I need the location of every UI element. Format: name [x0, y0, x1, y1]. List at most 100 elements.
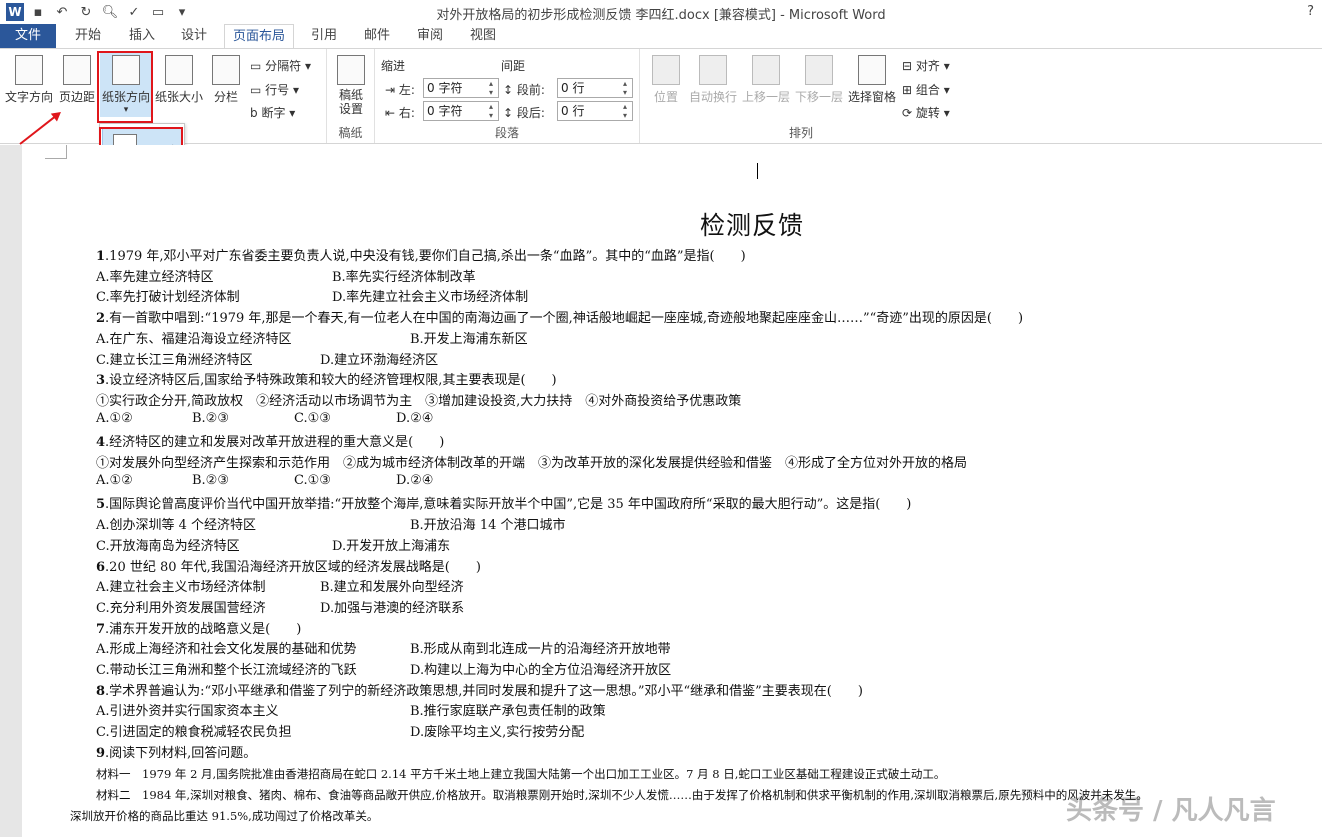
line-text: ①实行政企分开,简政放权 ②经济活动以市场调节为主 ③增加建设投资,大力扶持 ④… — [96, 394, 742, 409]
wrap-text-button[interactable]: 自动换行 — [686, 53, 740, 117]
spacing-before-label: ↕ 段前: — [503, 83, 545, 97]
tab-file[interactable]: 文件 — [0, 24, 56, 48]
answer-option: B.推行家庭联产承包责任制的政策 — [410, 704, 606, 719]
align-button[interactable]: ⊟ 对齐 ▾ — [902, 57, 950, 74]
send-backward-icon — [805, 55, 833, 85]
paper-size-icon — [165, 55, 193, 85]
columns-button[interactable]: 分栏 — [208, 53, 244, 117]
answer-option: C.率先打破计划经济体制 — [96, 290, 240, 305]
text-cursor — [757, 163, 758, 179]
selection-pane-button[interactable]: 选择窗格 — [846, 53, 898, 117]
answer-option: C.带动长江三角洲和整个长江流域经济的飞跃 — [96, 663, 357, 678]
window-title: 对外开放格局的初步形成检测反馈 李四红.docx [兼容模式] - Micros… — [436, 8, 886, 23]
answer-option: B.建立和发展外向型经济 — [320, 580, 464, 595]
answer-option: A.引进外资并实行国家资本主义 — [96, 704, 279, 719]
left-gutter — [0, 145, 22, 837]
group-button[interactable]: ⊞ 组合 ▾ — [902, 81, 950, 98]
answer-option: D.开发开放上海浦东 — [332, 539, 451, 554]
answer-option: C.建立长江三角洲经济特区 — [96, 353, 253, 368]
line-text: .20 世纪 80 年代,我国沿海经济开放区域的经济发展战略是( ) — [105, 560, 481, 575]
question-number: 3 — [96, 373, 106, 388]
indent-right-label: ⇤ 右: — [385, 106, 415, 120]
columns-icon — [212, 55, 240, 85]
spacing-after-input[interactable]: 0 行 — [557, 101, 633, 121]
breaks-button[interactable]: ▭ 分隔符 ▾ — [250, 57, 311, 74]
wrap-text-icon — [699, 55, 727, 85]
size-button[interactable]: 纸张大小 — [154, 53, 204, 117]
question-number: 6 — [96, 560, 106, 575]
indent-right-input[interactable]: 0 字符 — [423, 101, 499, 121]
watermark: 头条号 / 凡人凡言 — [1066, 796, 1276, 826]
tab-mailings[interactable]: 邮件 — [355, 24, 399, 48]
tab-references[interactable]: 引用 — [302, 24, 346, 48]
line-text: .有一首歌中唱到:“1979 年,那是一个春天,有一位老人在中国的南海边画了一个… — [105, 311, 1024, 326]
material-three: 深圳放开价格的商品比重达 91.5%,成功闯过了价格改革关。 — [70, 809, 379, 823]
question-line: 7.浦东开发开放的战略意义是( ) — [96, 618, 301, 637]
answer-option: D.构建以上海为中心的全方位沿海经济开放区 — [410, 663, 672, 678]
hyphenation-button[interactable]: b 断字 ▾ — [250, 104, 295, 121]
question-number: 4 — [96, 435, 106, 450]
answer-option: C.充分利用外资发展国营经济 — [96, 601, 266, 616]
tab-review[interactable]: 审阅 — [408, 24, 452, 48]
line-text: .设立经济特区后,国家给予特殊政策和较大的经济管理权限,其主要表现是( ) — [105, 373, 557, 388]
indent-left-input[interactable]: 0 字符 — [423, 78, 499, 98]
answer-option: B.形成从南到北连成一片的沿海经济开放地带 — [410, 642, 671, 657]
bring-forward-icon — [752, 55, 780, 85]
bring-forward-button[interactable]: 上移一层 — [740, 53, 792, 117]
arrange-group: 位置 自动换行 上移一层 下移一层 选择窗格 ⊟ 对齐 ▾ ⊞ 组合 ▾ ⟳ 旋… — [640, 49, 962, 143]
help-icon[interactable]: ? — [1307, 4, 1314, 19]
line-text: .阅读下列材料,回答问题。 — [105, 746, 257, 761]
line-text: .浦东开发开放的战略意义是( ) — [105, 622, 302, 637]
answer-option: B.开发上海浦东新区 — [410, 332, 528, 347]
material-two: 材料二 1984 年,深圳对粮食、猪肉、棉布、食油等商品敞开供应,价格放开。取消… — [96, 788, 1148, 802]
spacing-after-label: ↕ 段后: — [503, 106, 545, 120]
tab-view[interactable]: 视图 — [461, 24, 505, 48]
answer-option: A.率先建立经济特区 — [96, 270, 214, 285]
question-number: 1 — [96, 249, 106, 264]
selection-pane-icon — [858, 55, 886, 85]
answer-option: B.②③ — [192, 473, 229, 488]
text-direction-button[interactable]: 文字方向 — [4, 53, 54, 117]
line-text: .国际舆论曾高度评价当代中国开放举措:“开放整个海岸,意味着实际开放半个中国”,… — [105, 497, 912, 512]
question-line: 3.设立经济特区后,国家给予特殊政策和较大的经济管理权限,其主要表现是( ) — [96, 369, 557, 388]
question-line: 8.学术界普遍认为:“邓小平继承和借鉴了列宁的新经济政策思想,并同时发展和提升了… — [96, 680, 863, 699]
position-button[interactable]: 位置 — [648, 53, 684, 117]
answer-option: B.率先实行经济体制改革 — [332, 270, 476, 285]
margins-button[interactable]: 页边距 — [56, 53, 98, 117]
draft-paper-icon — [337, 55, 365, 85]
margins-icon — [63, 55, 91, 85]
paragraph-group: 缩进 间距 ⇥ 左: 0 字符 ⇤ 右: 0 字符 ↕ 段前: 0 行 ↕ 段后… — [375, 49, 640, 143]
statement-line: ①对发展外向型经济产生探索和示范作用 ②成为城市经济体制改革的开端 ③为改革开放… — [96, 452, 967, 471]
question-number: 9 — [96, 746, 106, 761]
answer-option: A.建立社会主义市场经济体制 — [96, 580, 266, 595]
answer-option: B.开放沿海 14 个港口城市 — [410, 518, 566, 533]
page-corner-mark — [45, 145, 67, 159]
question-number: 5 — [96, 497, 106, 512]
answer-option: B.②③ — [192, 411, 229, 426]
question-line: 2.有一首歌中唱到:“1979 年,那是一个春天,有一位老人在中国的南海边画了一… — [96, 307, 1023, 326]
draft-settings-button[interactable]: 稿纸 设置 — [333, 53, 369, 117]
spacing-before-input[interactable]: 0 行 — [557, 78, 633, 98]
tab-home[interactable]: 开始 — [66, 24, 110, 48]
title-bar: W ▪ ↶ ↻ 🔍︎ ✓ ▭ ▾ 对外开放格局的初步形成检测反馈 李四红.doc… — [0, 0, 1322, 24]
send-backward-button[interactable]: 下移一层 — [792, 53, 846, 117]
answer-option: D.②④ — [396, 473, 434, 488]
statement-line: ①实行政企分开,简政放权 ②经济活动以市场调节为主 ③增加建设投资,大力扶持 ④… — [96, 390, 741, 409]
line-numbers-button[interactable]: ▭ 行号 ▾ — [250, 81, 299, 98]
tab-page-layout[interactable]: 页面布局 — [224, 24, 294, 49]
answer-option: A.在广东、福建沿海设立经济特区 — [96, 332, 292, 347]
question-number: 2 — [96, 311, 106, 326]
question-number: 7 — [96, 622, 106, 637]
line-text: .经济特区的建立和发展对改革开放进程的重大意义是( ) — [105, 435, 445, 450]
tab-design[interactable]: 设计 — [172, 24, 216, 48]
ribbon: 文字方向 页边距 纸张方向 ▾ 纸张大小 分栏 ▭ 分隔符 ▾ ▭ 行号 ▾ b… — [0, 48, 1322, 144]
tab-insert[interactable]: 插入 — [120, 24, 164, 48]
indent-left-label: ⇥ 左: — [385, 83, 415, 97]
rotate-button[interactable]: ⟳ 旋转 ▾ — [902, 104, 950, 121]
material-one: 材料一 1979 年 2 月,国务院批准由香港招商局在蛇口 2.14 平方千米土… — [96, 767, 946, 781]
ribbon-tabs: 文件 开始 插入 设计 页面布局 引用 邮件 审阅 视图 — [0, 24, 1322, 49]
answer-option: D.②④ — [396, 411, 434, 426]
answer-option: D.废除平均主义,实行按劳分配 — [410, 725, 585, 740]
page-title: 检测反馈 — [700, 211, 805, 240]
line-text: .1979 年,邓小平对广东省委主要负责人说,中央没有钱,要你们自己搞,杀出一条… — [105, 249, 746, 264]
